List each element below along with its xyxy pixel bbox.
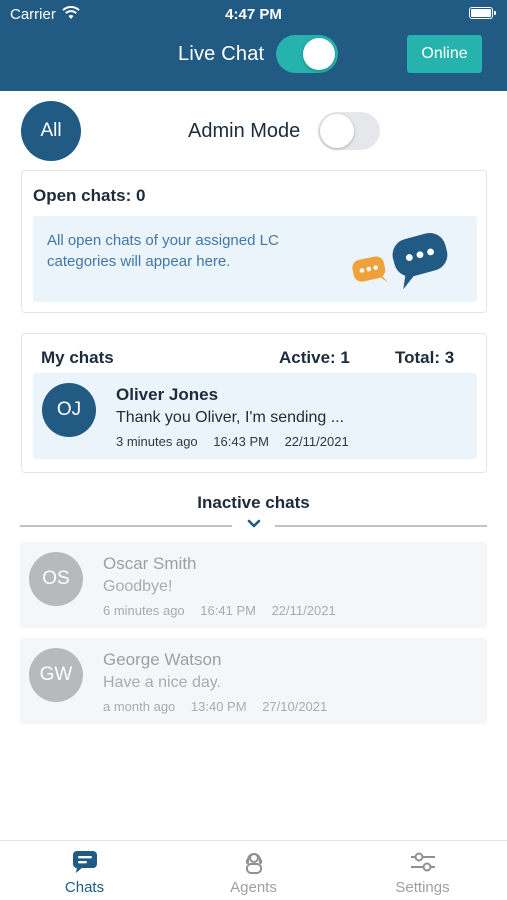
chat-date: 22/11/2021 bbox=[271, 603, 336, 618]
open-chats-card: Open chats: 0 All open chats of your ass… bbox=[21, 170, 487, 313]
tab-label: Chats bbox=[64, 879, 105, 896]
status-bar: Carrier 4:47 PM bbox=[0, 0, 507, 28]
tab-settings[interactable]: Settings bbox=[338, 841, 507, 900]
active-count: Active: 1 bbox=[279, 348, 350, 367]
app-header: Carrier 4:47 PM Live Chat Online bbox=[0, 0, 507, 91]
chat-contact-name: Oliver Jones bbox=[116, 385, 219, 404]
sliders-icon bbox=[411, 852, 435, 872]
chat-time: 16:41 PM bbox=[200, 603, 256, 618]
chat-relative-time: 6 minutes ago bbox=[103, 603, 185, 618]
total-count: Total: 3 bbox=[395, 348, 455, 367]
chat-meta: a month ago 13:40 PM 27/10/2021 bbox=[103, 699, 339, 714]
tab-chats[interactable]: Chats bbox=[0, 841, 169, 900]
chat-time: 16:43 PM bbox=[213, 434, 269, 449]
chevron-down-icon[interactable] bbox=[245, 518, 263, 530]
chat-relative-time: a month ago bbox=[103, 699, 176, 714]
chat-row-oliver-jones[interactable]: OJ Oliver Jones Thank you Oliver, I'm se… bbox=[33, 373, 477, 459]
chat-contact-name: Oscar Smith bbox=[103, 554, 197, 573]
live-chat-toggle[interactable] bbox=[276, 35, 338, 73]
online-status-button[interactable]: Online bbox=[407, 35, 482, 73]
my-chats-title: My chats bbox=[41, 348, 114, 367]
toggle-knob bbox=[303, 38, 335, 70]
open-chats-title: Open chats: 0 bbox=[33, 186, 146, 205]
status-time: 4:47 PM bbox=[225, 6, 282, 23]
chat-last-message: Thank you Oliver, I'm sending ... bbox=[116, 409, 345, 426]
chat-date: 22/11/2021 bbox=[284, 434, 349, 449]
chat-row-george-watson[interactable]: GW George Watson Have a nice day. a mont… bbox=[20, 638, 487, 724]
chat-last-message: Have a nice day. bbox=[103, 674, 221, 691]
empty-state-message: All open chats of your assigned LC categ… bbox=[47, 232, 279, 270]
chat-row-oscar-smith[interactable]: OS Oscar Smith Goodbye! 6 minutes ago 16… bbox=[20, 542, 487, 628]
inactive-chats-title: Inactive chats bbox=[197, 493, 310, 512]
open-chats-empty-state: All open chats of your assigned LC categ… bbox=[33, 216, 477, 302]
agent-icon bbox=[246, 853, 262, 874]
chat-time: 13:40 PM bbox=[190, 699, 247, 714]
chat-icon bbox=[73, 851, 97, 873]
tab-label: Settings bbox=[395, 879, 450, 896]
my-chats-card: My chats Active: 1 Total: 3 OJ Oliver Jo… bbox=[21, 333, 487, 473]
chat-relative-time: 3 minutes ago bbox=[116, 434, 198, 449]
tab-label: Agents bbox=[230, 879, 277, 896]
toggle-knob bbox=[320, 114, 354, 148]
tab-bar: Chats Agents Settings bbox=[0, 840, 507, 900]
live-chat-label: Live Chat bbox=[178, 43, 265, 65]
divider bbox=[20, 525, 232, 527]
battery-icon bbox=[469, 7, 496, 19]
chat-date: 27/10/2021 bbox=[262, 699, 328, 714]
admin-mode-label: Admin Mode bbox=[188, 120, 301, 142]
admin-mode-toggle[interactable] bbox=[318, 112, 380, 150]
avatar: OJ bbox=[42, 383, 96, 437]
divider bbox=[275, 525, 487, 527]
chat-meta: 6 minutes ago 16:41 PM 22/11/2021 bbox=[103, 603, 348, 618]
chat-contact-name: George Watson bbox=[103, 650, 222, 669]
tab-agents[interactable]: Agents bbox=[169, 841, 338, 900]
avatar: GW bbox=[29, 648, 83, 702]
chat-meta: 3 minutes ago 16:43 PM 22/11/2021 bbox=[116, 434, 361, 449]
avatar: OS bbox=[29, 552, 83, 606]
all-filter-button[interactable]: All bbox=[21, 101, 81, 161]
chat-last-message: Goodbye! bbox=[103, 578, 173, 595]
chat-bubbles-icon bbox=[352, 232, 448, 290]
